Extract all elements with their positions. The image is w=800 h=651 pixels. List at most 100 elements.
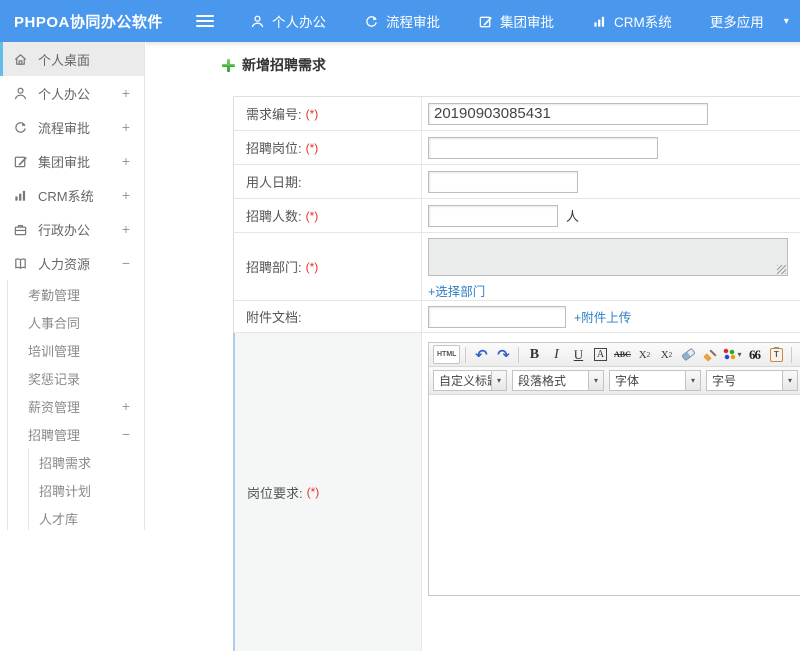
sidebar-item-label: 培训管理	[28, 343, 81, 359]
sidebar-item-group-approval[interactable]: 集团审批 +	[0, 144, 144, 178]
hire-date-input[interactable]	[428, 170, 578, 193]
sidebar-item-attendance[interactable]: 考勤管理	[8, 280, 144, 308]
nav-label: 流程审批	[386, 15, 440, 30]
font-size-select[interactable]: 字号 ▾	[706, 370, 798, 391]
editor-toolbar-row2: 自定义标题▾ 段落格式▾ 字体▾ 字号▾	[429, 367, 800, 395]
app-logo: PHPOA协同办公软件	[14, 13, 163, 31]
sidebar-item-training[interactable]: 培训管理	[8, 336, 144, 364]
department-textarea[interactable]	[428, 238, 788, 276]
sidebar-item-hr[interactable]: 人力资源 −	[0, 246, 144, 280]
upload-attachment-link[interactable]: +附件上传	[574, 307, 631, 326]
sidebar-item-hr-contract[interactable]: 人事合同	[8, 308, 144, 336]
paste-text-icon[interactable]: T	[769, 346, 783, 362]
header-nav: 个人办公 流程审批 集团审批 CRM系统 更多应用 ▾	[250, 11, 789, 31]
format-brush-icon[interactable]	[703, 348, 717, 362]
top-header: PHPOA协同办公软件 个人办公 流程审批 集团审批 CRM系统 更多应用 ▾	[0, 0, 800, 42]
sidebar-item-label: 人力资源	[38, 256, 91, 272]
expand-plus-icon[interactable]: +	[122, 221, 130, 237]
nav-label: 更多应用	[709, 15, 764, 30]
sidebar-item-administration[interactable]: 行政办公 +	[0, 212, 144, 246]
color-palette-button[interactable]: ▾	[722, 345, 742, 364]
heading-select[interactable]: 自定义标题▾	[433, 370, 507, 391]
resize-grip-icon[interactable]	[777, 265, 786, 274]
undo-icon[interactable]: ↶	[471, 345, 491, 364]
sidebar-item-label: 奖惩记录	[28, 371, 81, 387]
chevron-down-icon[interactable]: ▾	[784, 16, 789, 27]
char-border-button[interactable]: A	[593, 348, 608, 361]
demand-no-input[interactable]	[428, 102, 708, 125]
main-content: 新增招聘需求 需求编号: (*) 招聘岗位: (*) 用人日期: 招聘人数: (…	[146, 42, 800, 651]
sidebar-item-personal-office[interactable]: 个人办公 +	[0, 76, 144, 110]
superscript-button[interactable]: X2	[634, 345, 654, 364]
form-row-attachment: 附件文档: +附件上传	[233, 301, 800, 333]
sidebar-item-label: 招聘管理	[28, 427, 81, 443]
sidebar-item-crm[interactable]: CRM系统 +	[0, 178, 144, 212]
sidebar-item-rewards[interactable]: 奖惩记录	[8, 364, 144, 392]
hamburger-menu-icon[interactable]	[196, 12, 214, 30]
sidebar-item-workflow-approval[interactable]: 流程审批 +	[0, 110, 144, 144]
required-mark: (*)	[305, 106, 319, 121]
field-label: 招聘岗位:	[246, 141, 302, 156]
nav-group-approval[interactable]: 集团审批	[478, 11, 554, 31]
font-family-select[interactable]: 字体 ▾	[609, 370, 701, 391]
required-mark: (*)	[306, 485, 320, 499]
sidebar-item-recruit-mgmt[interactable]: 招聘管理 −	[8, 420, 144, 448]
eraser-icon[interactable]	[681, 347, 696, 362]
editor-toolbar-row1: HTML ↶ ↷ B I U A ABC X2 X2 ▾ 66 T	[429, 343, 800, 367]
editor-content-area[interactable]	[429, 395, 800, 595]
collapse-minus-icon[interactable]: −	[122, 426, 130, 442]
sidebar-item-label: CRM系统	[38, 188, 94, 204]
sidebar-item-personal-desktop[interactable]: 个人桌面	[0, 42, 144, 76]
underline-button[interactable]: U	[568, 345, 588, 364]
nav-crm-system[interactable]: CRM系统	[592, 11, 672, 31]
sidebar-item-label: 考勤管理	[28, 287, 81, 303]
nav-more-apps[interactable]: 更多应用	[710, 11, 764, 31]
attachment-input[interactable]	[428, 305, 566, 328]
hr-submenu: 考勤管理 人事合同 培训管理 奖惩记录 薪资管理 + 招聘管理 − 招聘需求 招…	[7, 280, 144, 530]
subscript-button[interactable]: X2	[656, 345, 676, 364]
palette-icon	[723, 348, 737, 361]
collapse-minus-icon[interactable]: −	[122, 255, 130, 271]
sidebar-item-salary[interactable]: 薪资管理 +	[8, 392, 144, 420]
recruit-submenu: 招聘需求 招聘计划 人才库	[28, 448, 144, 530]
html-source-button[interactable]: HTML	[433, 345, 461, 364]
select-department-link[interactable]: +选择部门	[428, 281, 485, 300]
sidebar-item-label: 招聘需求	[39, 455, 92, 471]
bold-button[interactable]: B	[524, 345, 544, 364]
chevron-down-icon[interactable]: ▾	[491, 371, 506, 390]
italic-button[interactable]: I	[546, 345, 566, 364]
paragraph-format-select[interactable]: 段落格式 ▾	[512, 370, 604, 391]
headcount-unit: 人	[566, 209, 580, 224]
chevron-down-icon[interactable]: ▾	[685, 371, 700, 390]
sidebar-item-label: 个人桌面	[38, 52, 91, 68]
field-label: 需求编号:	[246, 107, 302, 122]
expand-plus-icon[interactable]: +	[122, 187, 130, 203]
expand-plus-icon[interactable]: +	[122, 398, 130, 414]
position-input[interactable]	[428, 136, 658, 159]
expand-plus-icon[interactable]: +	[122, 85, 130, 101]
sidebar-item-label: 个人办公	[38, 86, 91, 102]
sidebar-item-recruit-demand[interactable]: 招聘需求	[29, 448, 144, 476]
toolbar-divider	[518, 346, 520, 363]
blockquote-button[interactable]: 66	[744, 345, 764, 364]
form-row-demand-no: 需求编号: (*)	[233, 97, 800, 131]
sidebar-item-talent-pool[interactable]: 人才库	[29, 504, 144, 530]
form-row-requirements: 岗位要求: (*) HTML ↶ ↷ B I U A ABC X 2 X 2 ▾…	[233, 333, 800, 651]
page-title: 新增招聘需求	[242, 57, 326, 73]
headcount-input[interactable]	[428, 204, 558, 227]
expand-plus-icon[interactable]: +	[122, 119, 130, 135]
sidebar-item-recruit-plan[interactable]: 招聘计划	[29, 476, 144, 504]
workflow-icon	[15, 121, 26, 133]
strikethrough-button[interactable]: ABC	[612, 345, 632, 364]
home-icon	[14, 53, 27, 65]
chevron-down-icon[interactable]: ▾	[782, 371, 797, 390]
form-row-hire-date: 用人日期:	[233, 165, 800, 199]
form-row-position: 招聘岗位: (*)	[233, 131, 800, 165]
chevron-down-icon[interactable]: ▾	[588, 371, 603, 390]
redo-icon[interactable]: ↷	[493, 345, 513, 364]
recruitment-form: 需求编号: (*) 招聘岗位: (*) 用人日期: 招聘人数: (*) 人 招聘…	[233, 96, 800, 651]
nav-workflow-approval[interactable]: 流程审批	[364, 11, 440, 31]
sidebar: 个人桌面 个人办公 + 流程审批 + 集团审批 + CRM系统 + 行政办公 +…	[0, 42, 145, 530]
expand-plus-icon[interactable]: +	[122, 153, 130, 169]
nav-personal-office[interactable]: 个人办公	[250, 11, 326, 31]
